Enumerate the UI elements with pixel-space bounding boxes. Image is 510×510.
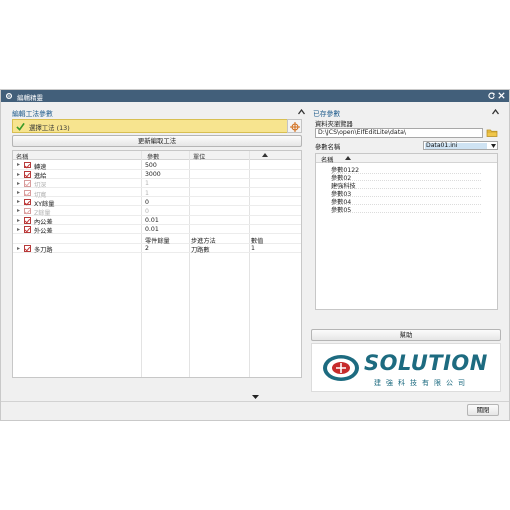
saved-parameters-panel: 已存參數 資料夾瀏覽器 D:\JCS\open\EIfEditLite\data… — [311, 106, 501, 392]
expand-arrow-icon[interactable]: ▸ — [17, 217, 20, 224]
folder-browser-label: 資料夾瀏覽器 — [315, 121, 353, 128]
row-checkbox[interactable] — [24, 189, 31, 196]
table-row[interactable]: ▸ 進給 3000 — [13, 170, 301, 180]
row-value[interactable]: 0 — [145, 208, 149, 215]
table-row[interactable]: ▸ 外公差 0.01 — [13, 225, 301, 235]
row-checkbox[interactable] — [24, 207, 31, 215]
sort-icon[interactable] — [262, 153, 268, 157]
expand-arrow-icon[interactable] — [252, 395, 259, 399]
expand-arrow-icon[interactable]: ▸ — [17, 180, 20, 187]
expand-arrow-icon[interactable]: ▸ — [17, 207, 20, 214]
row-checkbox[interactable] — [24, 171, 31, 178]
row-checkbox[interactable] — [24, 180, 31, 187]
folder-icon[interactable] — [486, 127, 498, 138]
table-row[interactable]: ▸ 切寬 1 — [13, 188, 301, 199]
help-button[interactable]: 幫助 — [311, 329, 501, 341]
window-title: 編輯精靈 — [17, 94, 43, 102]
row-value[interactable]: 1 — [145, 180, 149, 187]
edit-wizard-dialog: 編輯精靈 編輯工法參數 選擇工法 (13) 更新編取工法 名稱 參數 單位 ▸ 轉… — [0, 89, 510, 421]
row-checkbox[interactable] — [24, 245, 31, 252]
parameter-name-value: Data01.ini — [425, 142, 487, 149]
row-value[interactable]: 0.01 — [145, 226, 159, 233]
row-checkbox[interactable] — [24, 198, 31, 206]
row-value[interactable]: 2 — [145, 245, 149, 252]
table-row[interactable]: ▸ 切深 1 — [13, 179, 301, 189]
row-value[interactable]: 1 — [145, 190, 149, 197]
dropdown-arrow-icon[interactable] — [491, 144, 496, 148]
select-operations-label: 選擇工法 (13) — [29, 124, 70, 132]
select-operations-button[interactable] — [287, 119, 302, 133]
update-operations-button[interactable]: 更新編取工法 — [12, 135, 302, 147]
expand-arrow-icon[interactable]: ▸ — [17, 245, 20, 252]
section-title-edit-params: 編輯工法參數 — [12, 110, 53, 118]
row-value[interactable]: 3000 — [145, 171, 161, 178]
row-value[interactable]: 0.01 — [145, 217, 159, 224]
expand-arrow-icon[interactable]: ▸ — [17, 189, 20, 196]
select-operations-row[interactable]: 選擇工法 (13) — [12, 119, 302, 133]
title-bar: 編輯精靈 — [1, 90, 509, 102]
row-checkbox[interactable] — [24, 217, 31, 224]
saved-parameters-list: 名稱 參數0122 參數02 建強科技 參數03 參數04 參數05 — [315, 153, 498, 310]
logo-company-name: 建強科技有限公司 — [374, 379, 470, 387]
table-row[interactable]: ▸ 轉速 500 — [13, 160, 301, 171]
folder-path-field[interactable]: D:\JCS\open\EIfEditLite\data\ — [315, 128, 483, 138]
table-row[interactable]: ▸ 多刀路 2 刀路數 1 — [13, 244, 301, 255]
reset-icon[interactable] — [487, 91, 496, 100]
table-row[interactable]: ▸ XY餘量 0 — [13, 197, 301, 208]
company-logo: SOLUTION 建強科技有限公司 — [311, 343, 501, 392]
list-header: 名稱 — [316, 154, 497, 164]
list-header-name: 名稱 — [321, 157, 334, 164]
close-button[interactable]: 關閉 — [467, 404, 499, 416]
row-step-method[interactable]: 刀路數 — [191, 245, 210, 254]
expand-arrow-icon[interactable]: ▸ — [17, 161, 20, 168]
gear-icon — [5, 92, 13, 100]
row-value[interactable]: 500 — [145, 162, 157, 169]
table-row[interactable]: ▸ 內公差 0.01 — [13, 216, 301, 226]
expand-arrow-icon[interactable]: ▸ — [17, 171, 20, 178]
row-checkbox[interactable] — [24, 226, 31, 233]
table-row[interactable]: ▸ Z餘量 0 — [13, 206, 301, 217]
row-checkbox[interactable] — [24, 161, 31, 169]
row-name: 多刀路 — [34, 247, 53, 255]
logo-emblem-icon — [323, 355, 359, 381]
parameter-name-select[interactable]: Data01.ini — [423, 141, 498, 150]
list-item[interactable]: 參數05 — [331, 205, 481, 214]
expand-arrow-icon[interactable]: ▸ — [17, 198, 20, 205]
row-value[interactable]: 0 — [145, 199, 149, 206]
parameter-name-label: 參數名稱 — [315, 144, 341, 151]
table-header: 名稱 參數 單位 — [13, 151, 301, 161]
sort-icon[interactable] — [345, 156, 351, 160]
collapse-icon[interactable] — [298, 109, 305, 115]
section-title-saved-params: 已存參數 — [313, 110, 341, 118]
check-icon — [16, 122, 25, 131]
close-icon[interactable] — [497, 91, 506, 100]
table-subheader-row: 零件餘量 步進方法 數值 — [13, 235, 301, 245]
crosshair-icon — [290, 122, 300, 132]
row-step-value[interactable]: 1 — [251, 245, 255, 252]
expand-arrow-icon[interactable]: ▸ — [17, 226, 20, 233]
footer-divider — [1, 401, 509, 402]
collapse-icon[interactable] — [492, 109, 499, 115]
logo-wordmark: SOLUTION — [364, 351, 488, 375]
parameter-table: 名稱 參數 單位 ▸ 轉速 500 ▸ 進給 3000 ▸ 切深 1 ▸ 切寬 1 ▸ XY餘量 0 ▸ Z餘量… — [12, 150, 302, 378]
operation-parameters-panel: 編輯工法參數 選擇工法 (13) 更新編取工法 名稱 參數 單位 ▸ 轉速 500 ▸… — [9, 106, 305, 392]
